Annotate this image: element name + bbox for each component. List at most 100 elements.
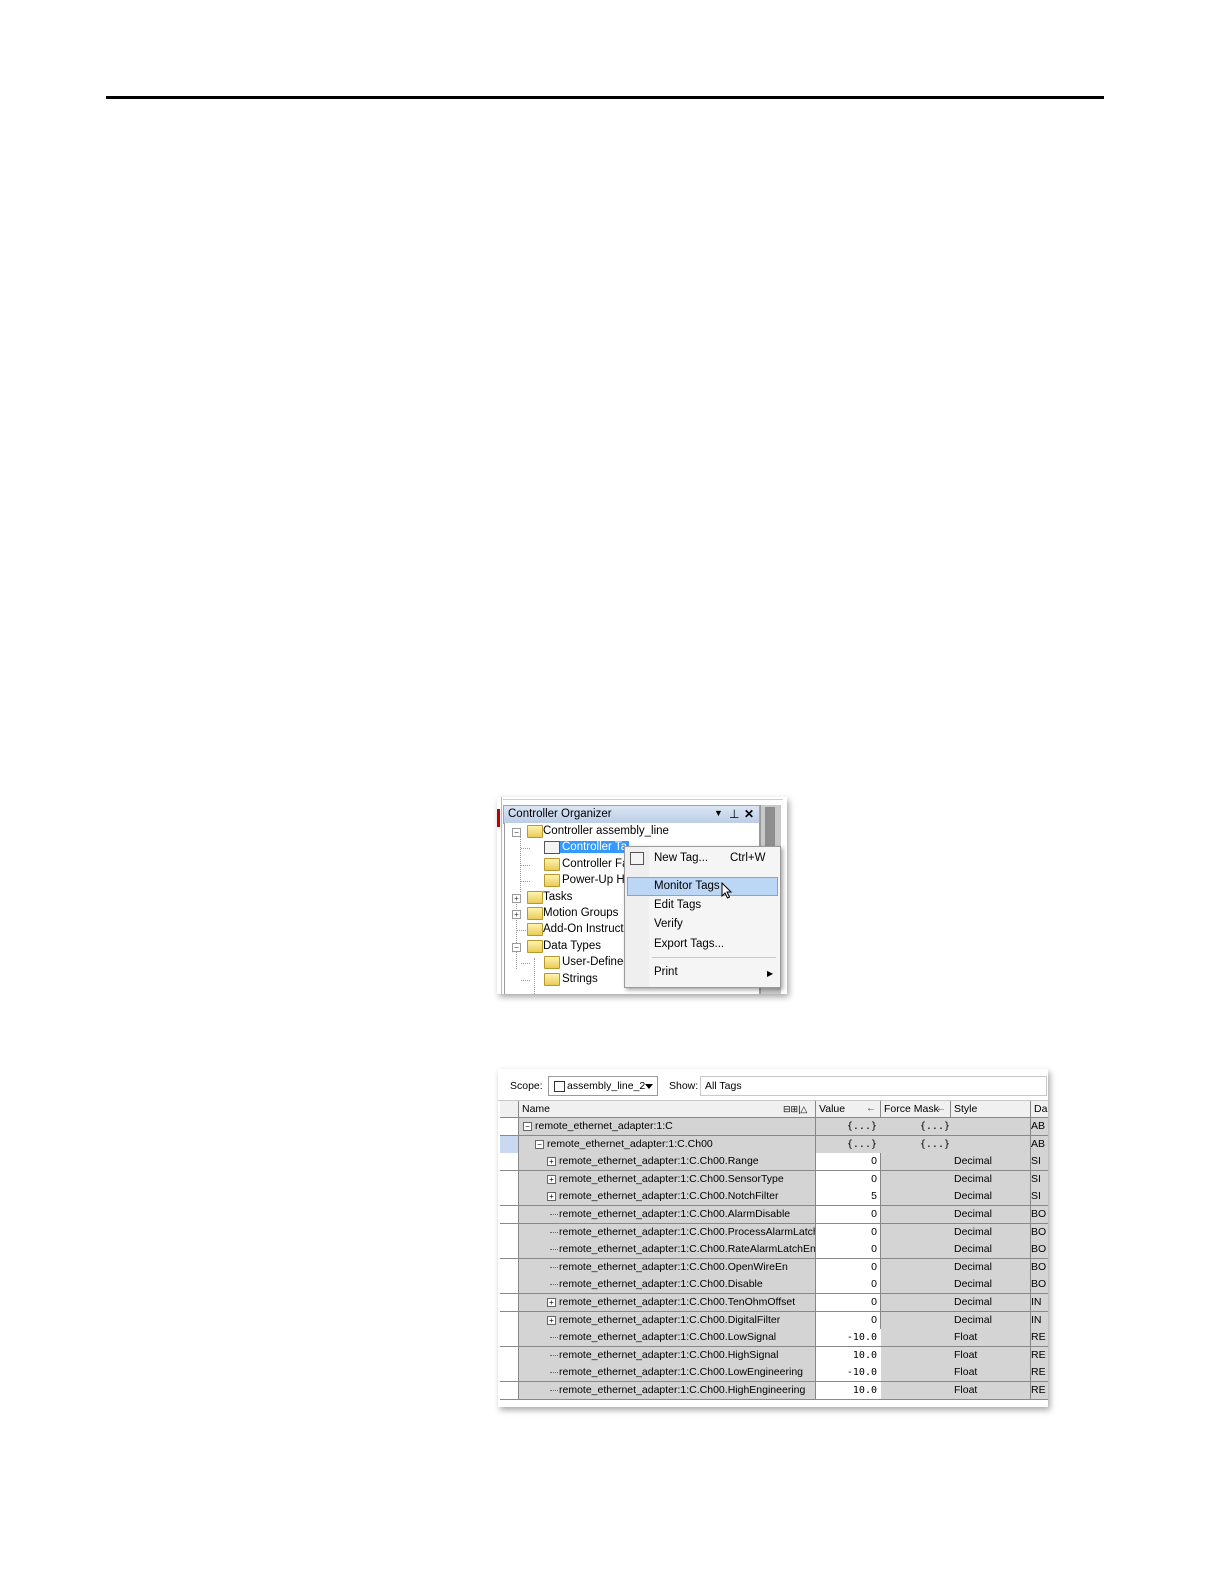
expand-toggle[interactable]: + [547,1157,556,1167]
expand-toggle[interactable]: + [547,1315,556,1325]
force-mask-cell[interactable] [881,1311,955,1330]
style-cell[interactable]: Float [951,1329,1031,1348]
tag-name-cell[interactable]: + remote_ethernet_adapter:1:C.Ch00.Range [519,1153,816,1172]
expand-toggle[interactable]: + [547,1174,556,1184]
table-row[interactable]: remote_ethernet_adapter:1:C.Ch00.LowSign… [500,1329,1048,1348]
sort-icon[interactable]: ⊟⊞|△ [783,1101,807,1117]
style-cell[interactable] [951,1118,1031,1136]
style-cell[interactable]: Decimal [951,1258,1031,1277]
table-row[interactable]: + remote_ethernet_adapter:1:C.Ch00.NotchF… [500,1188,1048,1207]
force-mask-cell[interactable] [881,1346,955,1365]
force-mask-cell[interactable] [881,1241,955,1260]
row-selector[interactable] [500,1382,519,1400]
table-row[interactable]: + remote_ethernet_adapter:1:C.Ch00.Sensor… [500,1170,1048,1189]
tag-value-cell[interactable]: 5 [816,1188,881,1207]
row-selector[interactable] [500,1153,519,1172]
tag-name-cell[interactable]: − remote_ethernet_adapter:1:C.Ch00 [519,1135,816,1154]
row-selector[interactable] [500,1258,519,1277]
tag-name-cell[interactable]: remote_ethernet_adapter:1:C.Ch00.AlarmDi… [519,1206,816,1224]
table-row[interactable]: + remote_ethernet_adapter:1:C.Ch00.Digita… [500,1311,1048,1330]
table-row[interactable]: remote_ethernet_adapter:1:C.Ch00.Process… [500,1223,1048,1242]
tag-value-cell[interactable]: 10.0 [816,1382,885,1400]
tag-value-cell[interactable]: 0 [816,1294,881,1312]
table-row[interactable]: remote_ethernet_adapter:1:C.Ch00.HighEng… [500,1382,1048,1400]
table-row[interactable]: + remote_ethernet_adapter:1:C.Ch00.TenOhm… [500,1294,1048,1312]
expand-toggle[interactable]: + [512,894,521,903]
force-mask-cell[interactable] [881,1153,955,1172]
menu-item-verify[interactable]: Verify [654,915,683,933]
table-row[interactable]: remote_ethernet_adapter:1:C.Ch00.LowEngi… [500,1364,1048,1383]
tag-name-cell[interactable]: remote_ethernet_adapter:1:C.Ch00.Disable [519,1276,816,1295]
table-row[interactable]: − remote_ethernet_adapter:1:C.Ch00 {...} {.… [500,1135,1048,1154]
tag-value-cell[interactable]: 0 [816,1311,881,1330]
row-selector[interactable] [500,1206,519,1224]
menu-item-new-tag[interactable]: New Tag... Ctrl+W [654,849,774,867]
header-force-mask[interactable]: Force Mask ← [881,1101,951,1117]
tag-value-cell[interactable]: 0 [816,1276,881,1295]
force-mask-cell[interactable] [881,1329,955,1348]
table-row[interactable]: remote_ethernet_adapter:1:C.Ch00.AlarmDi… [500,1206,1048,1224]
style-cell[interactable] [951,1135,1031,1154]
tag-name-cell[interactable]: remote_ethernet_adapter:1:C.Ch00.LowSign… [519,1329,816,1348]
tag-name-cell[interactable]: + remote_ethernet_adapter:1:C.Ch00.NotchF… [519,1188,816,1207]
style-cell[interactable]: Decimal [951,1294,1031,1312]
tag-value-cell[interactable]: {...} [816,1135,885,1154]
row-selector[interactable] [500,1188,519,1207]
row-selector[interactable] [500,1311,519,1330]
tag-value-cell[interactable]: 0 [816,1258,881,1277]
chevron-down-icon[interactable]: ▼ [714,808,723,818]
menu-item-print[interactable]: Print [654,963,678,981]
row-selector[interactable] [500,1135,519,1154]
tag-value-cell[interactable]: -10.0 [816,1329,885,1348]
tag-value-cell[interactable]: 10.0 [816,1346,885,1365]
expand-toggle[interactable]: + [547,1192,556,1202]
menu-item-export-tags[interactable]: Export Tags... [654,935,724,953]
force-mask-cell[interactable] [881,1188,955,1207]
tag-name-cell[interactable]: remote_ethernet_adapter:1:C.Ch00.Process… [519,1223,816,1242]
style-cell[interactable]: Float [951,1346,1031,1365]
table-row[interactable]: remote_ethernet_adapter:1:C.Ch00.RateAla… [500,1241,1048,1260]
tag-name-cell[interactable]: remote_ethernet_adapter:1:C.Ch00.HighEng… [519,1382,816,1400]
tag-value-cell[interactable]: -10.0 [816,1364,885,1383]
force-mask-cell[interactable] [881,1364,955,1383]
collapse-toggle[interactable]: − [535,1139,544,1149]
tag-name-cell[interactable]: remote_ethernet_adapter:1:C.Ch00.LowEngi… [519,1364,816,1383]
collapse-toggle[interactable]: − [512,943,521,952]
header-value[interactable]: Value ← [816,1101,881,1117]
tag-value-cell[interactable]: 0 [816,1206,881,1224]
header-data-type[interactable]: Da [1031,1101,1048,1117]
tag-name-cell[interactable]: remote_ethernet_adapter:1:C.Ch00.RateAla… [519,1241,816,1260]
row-selector[interactable] [500,1276,519,1295]
tag-value-cell[interactable]: 0 [816,1153,881,1172]
force-mask-cell[interactable] [881,1223,955,1242]
pin-icon[interactable]: ⊥ [729,807,739,821]
table-row[interactable]: remote_ethernet_adapter:1:C.Ch00.HighSig… [500,1346,1048,1365]
scope-dropdown[interactable]: assembly_line_2 [548,1076,658,1096]
close-icon[interactable]: ✕ [744,807,754,821]
style-cell[interactable]: Decimal [951,1276,1031,1295]
style-cell[interactable]: Decimal [951,1153,1031,1172]
row-selector[interactable] [500,1170,519,1189]
style-cell[interactable]: Decimal [951,1223,1031,1242]
table-row[interactable]: + remote_ethernet_adapter:1:C.Ch00.Range 0… [500,1153,1048,1172]
tag-name-cell[interactable]: − remote_ethernet_adapter:1:C [519,1118,816,1136]
row-selector[interactable] [500,1223,519,1242]
tag-value-cell[interactable]: 0 [816,1170,881,1189]
force-mask-cell[interactable] [881,1276,955,1295]
tag-value-cell[interactable]: {...} [816,1118,885,1136]
force-mask-cell[interactable] [881,1382,955,1400]
menu-item-monitor-tags[interactable]: Monitor Tags [654,877,720,895]
force-mask-cell[interactable] [881,1206,955,1224]
row-selector[interactable] [500,1329,519,1348]
force-mask-cell[interactable]: {...} [881,1135,955,1154]
style-cell[interactable]: Float [951,1382,1031,1400]
table-row[interactable]: remote_ethernet_adapter:1:C.Ch00.OpenWir… [500,1258,1048,1277]
row-selector[interactable] [500,1118,519,1136]
row-selector[interactable] [500,1346,519,1365]
header-name[interactable]: Name ⊟⊞|△ [519,1101,816,1117]
tag-value-cell[interactable]: 0 [816,1241,881,1260]
collapse-toggle[interactable]: − [512,828,521,837]
tag-name-cell[interactable]: + remote_ethernet_adapter:1:C.Ch00.Sensor… [519,1170,816,1189]
tag-name-cell[interactable]: + remote_ethernet_adapter:1:C.Ch00.Digita… [519,1311,816,1330]
collapse-toggle[interactable]: − [523,1122,532,1131]
